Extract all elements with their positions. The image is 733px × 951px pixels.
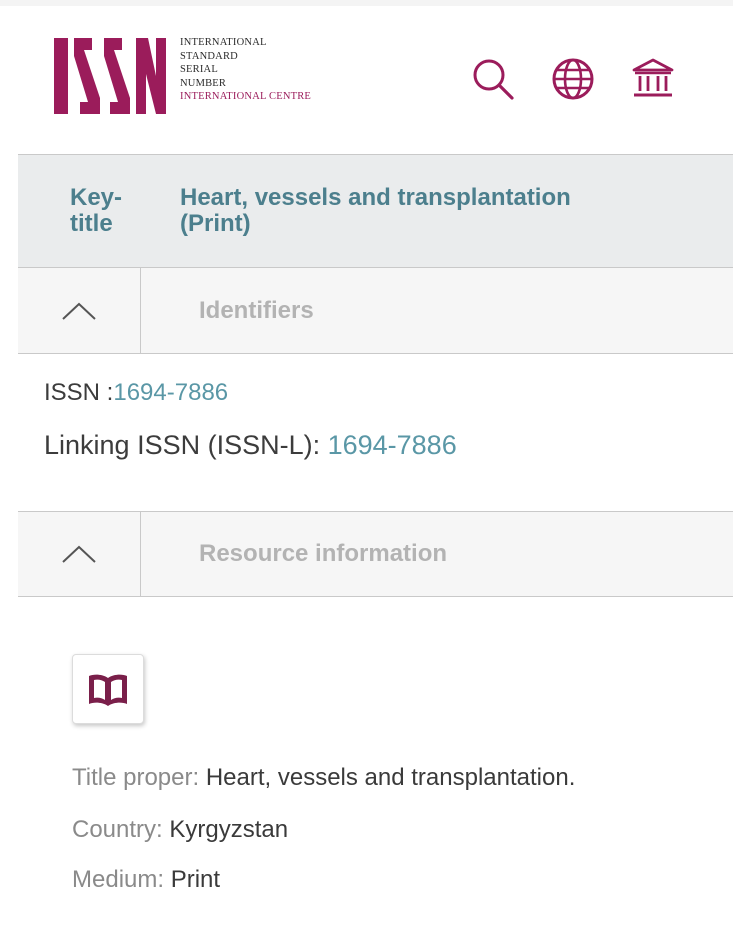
logo-centre: INTERNATIONAL CENTRE bbox=[180, 91, 312, 102]
resource-section-title: Resource information bbox=[199, 540, 448, 567]
site-header: INTERNATIONAL STANDARD SERIAL NUMBER INT… bbox=[0, 6, 733, 154]
identifiers-collapse-toggle[interactable] bbox=[18, 268, 141, 353]
logo-line: STANDARD bbox=[180, 50, 238, 62]
logo-text: INTERNATIONAL STANDARD SERIAL NUMBER INT… bbox=[180, 36, 360, 104]
search-button[interactable] bbox=[468, 54, 518, 104]
title-proper-label: Title proper: bbox=[72, 764, 206, 791]
chevron-up-icon bbox=[62, 545, 96, 563]
chevron-up-icon bbox=[62, 302, 96, 320]
medium-row: Medium: Print bbox=[72, 864, 220, 896]
key-title-label: Key- title bbox=[70, 185, 150, 237]
country-value: Kyrgyzstan bbox=[169, 816, 289, 843]
key-title-value-line: Heart, vessels and transplantation bbox=[180, 184, 571, 211]
key-title-value: Heart, vessels and transplantation (Prin… bbox=[180, 185, 700, 237]
institution-icon bbox=[632, 58, 674, 97]
medium-value: Print bbox=[170, 866, 221, 893]
language-button[interactable] bbox=[548, 54, 598, 104]
resource-collapse-toggle[interactable] bbox=[18, 512, 141, 596]
logo-line: INTERNATIONAL bbox=[180, 37, 267, 48]
title-proper-value: Heart, vessels and transplantation. bbox=[205, 764, 576, 791]
print-format-button[interactable] bbox=[72, 654, 144, 724]
resource-section-header[interactable]: Resource information bbox=[18, 511, 733, 597]
key-title-value-line: (Print) bbox=[180, 210, 251, 237]
key-title-label-line: title bbox=[70, 210, 113, 237]
country-row: Country: Kyrgyzstan bbox=[72, 814, 288, 846]
identifiers-section-header[interactable]: Identifiers bbox=[18, 268, 733, 354]
title-proper-row: Title proper: Heart, vessels and transpl… bbox=[72, 762, 575, 794]
issn-label: ISSN : bbox=[44, 379, 114, 406]
logo-line: SERIAL bbox=[180, 64, 218, 75]
issnl-row: Linking ISSN (ISSN-L): 1694-7886 bbox=[44, 430, 457, 460]
institution-button[interactable] bbox=[628, 54, 678, 104]
logo-line: NUMBER bbox=[180, 77, 227, 89]
book-icon bbox=[89, 674, 127, 706]
issn-logo-mark bbox=[54, 38, 166, 114]
issnl-label: Linking ISSN (ISSN-L): bbox=[44, 430, 328, 460]
medium-label: Medium: bbox=[72, 866, 171, 893]
issnl-link[interactable]: 1694-7886 bbox=[328, 430, 457, 460]
key-title-label-line: Key- bbox=[70, 184, 123, 211]
globe-icon bbox=[552, 58, 594, 100]
issn-link[interactable]: 1694-7886 bbox=[113, 379, 228, 406]
issn-row: ISSN :1694-7886 bbox=[44, 378, 228, 408]
identifiers-section-title: Identifiers bbox=[199, 296, 314, 324]
country-label: Country: bbox=[72, 816, 170, 843]
key-title-bar: Key- title Heart, vessels and transplant… bbox=[18, 154, 733, 268]
page: INTERNATIONAL STANDARD SERIAL NUMBER INT… bbox=[0, 0, 733, 951]
search-icon bbox=[473, 59, 514, 100]
issn-logo[interactable]: INTERNATIONAL STANDARD SERIAL NUMBER INT… bbox=[52, 36, 342, 120]
